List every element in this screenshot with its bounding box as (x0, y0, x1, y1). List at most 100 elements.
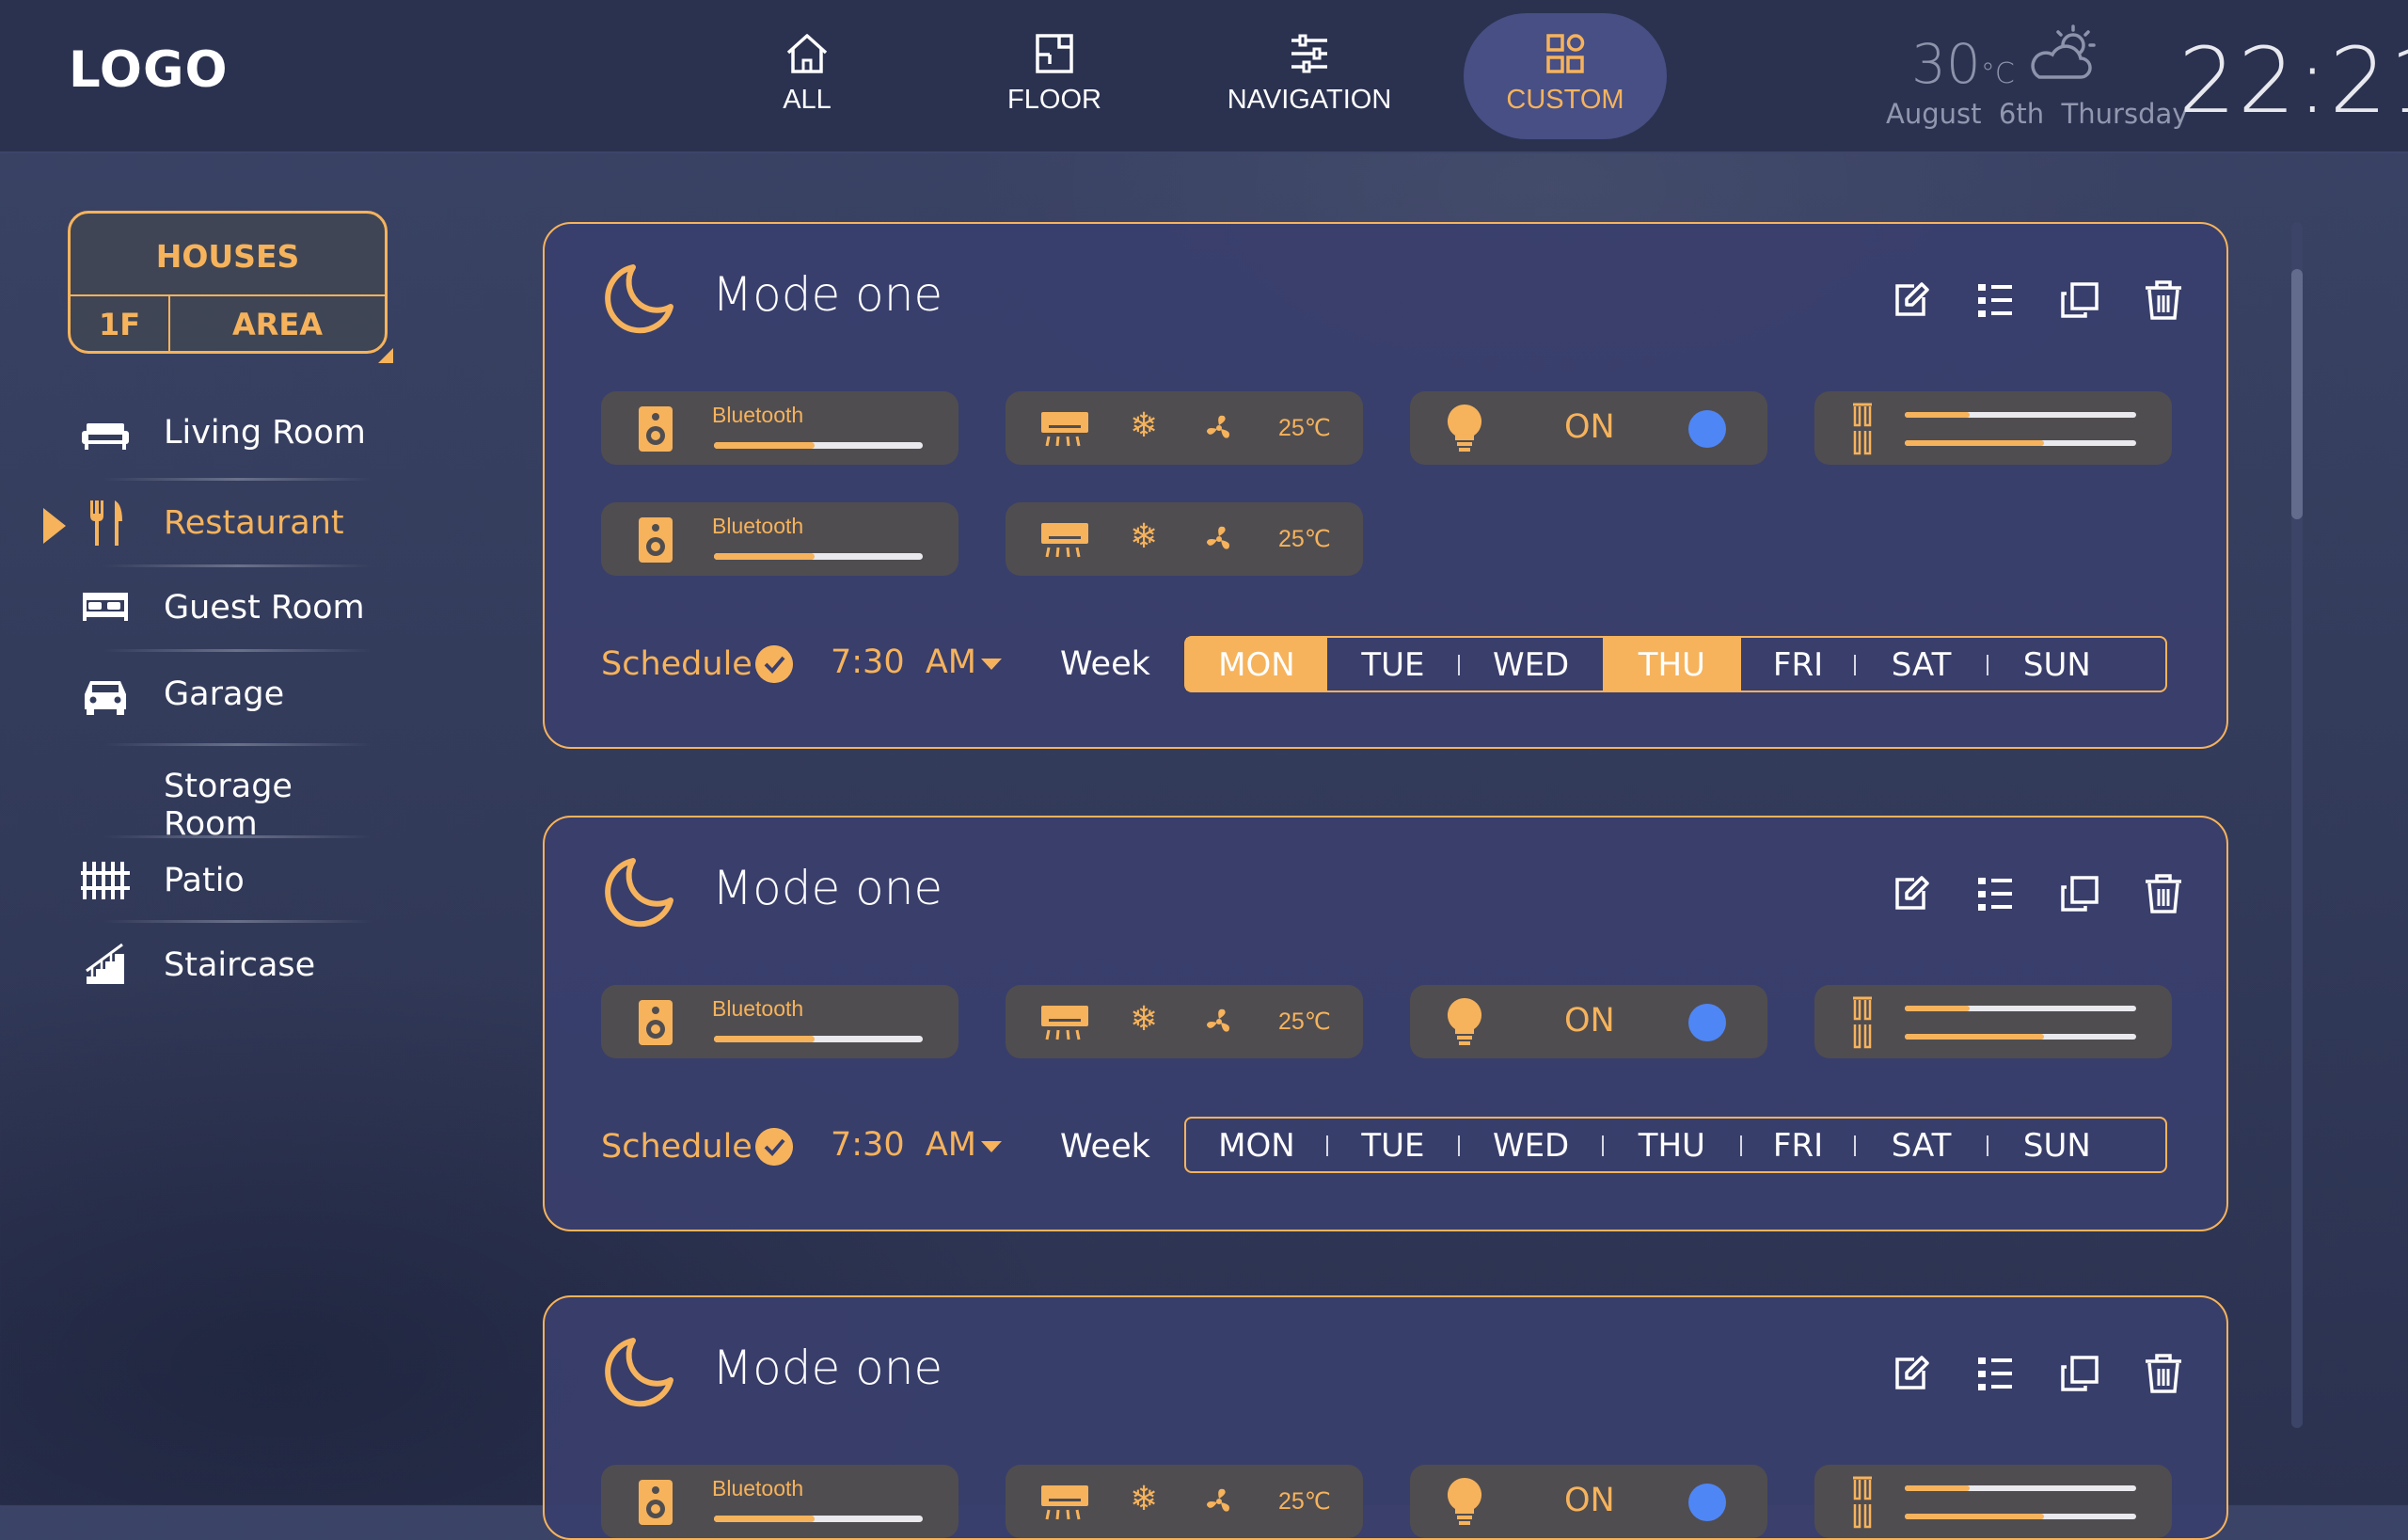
curtain-icon (1853, 1476, 1872, 1529)
sidebar-item-garage[interactable]: Garage (38, 651, 395, 738)
day-fri[interactable]: FRI (1741, 1119, 1856, 1171)
day-mon[interactable]: MON (1186, 638, 1327, 691)
fence-icon (81, 862, 130, 899)
air-conditioner-icon (1041, 1485, 1088, 1520)
day-tue[interactable]: TUE (1327, 1119, 1459, 1171)
edit-icon[interactable] (1886, 277, 1933, 324)
curtain-slider[interactable] (1905, 1006, 2136, 1011)
floor-label[interactable]: 1F (71, 296, 170, 351)
day-fri[interactable]: FRI (1741, 638, 1856, 691)
volume-slider-fill (714, 1036, 815, 1042)
day-sun[interactable]: SUN (1988, 638, 2127, 691)
day-thu[interactable]: THU (1603, 1119, 1741, 1171)
volume-slider[interactable] (714, 553, 923, 560)
air-conditioner-tile[interactable]: ❄ 25℃ (1006, 1465, 1363, 1538)
edit-icon[interactable] (1886, 1350, 1933, 1397)
day-sat[interactable]: SAT (1855, 1119, 1987, 1171)
bluetooth-speaker-tile[interactable]: Bluetooth (601, 391, 958, 465)
speaker-icon (639, 1000, 673, 1045)
bluetooth-speaker-tile[interactable]: Bluetooth (601, 985, 958, 1058)
schedule-check-icon[interactable] (755, 1128, 793, 1166)
air-conditioner-tile[interactable]: ❄ 25℃ (1006, 502, 1363, 576)
sidebar-item-storage-room[interactable]: Storage Room (38, 743, 395, 843)
day-thu[interactable]: THU (1603, 638, 1741, 691)
scrollbar-thumb[interactable] (2291, 269, 2303, 519)
nav-tab-navigation[interactable]: NAVIGATION (1208, 13, 1411, 139)
curtain-tile[interactable] (1814, 985, 2172, 1058)
light-toggle[interactable] (1688, 1484, 1726, 1521)
schedule-check-icon[interactable] (755, 645, 793, 683)
day-mon[interactable]: MON (1186, 1119, 1327, 1171)
bluetooth-speaker-tile[interactable]: Bluetooth (601, 1465, 958, 1538)
curtain-tile[interactable] (1814, 391, 2172, 465)
delete-icon[interactable] (2140, 277, 2187, 324)
light-tile[interactable]: ON (1410, 985, 1767, 1058)
curtain-slider-fill (1905, 1514, 2044, 1519)
volume-slider[interactable] (714, 442, 923, 449)
day-sat[interactable]: SAT (1855, 638, 1987, 691)
delete-icon[interactable] (2140, 870, 2187, 917)
selector-corner-mark (378, 348, 393, 363)
light-toggle[interactable] (1688, 1004, 1726, 1041)
light-state: ON (1564, 1482, 1615, 1519)
mode-card: Mode one Bluetooth ❄ 25℃ ON (543, 1295, 2228, 1540)
edit-icon[interactable] (1886, 870, 1933, 917)
nav-tab-floor[interactable]: FLOOR (953, 13, 1156, 139)
air-conditioner-tile[interactable]: ❄ 25℃ (1006, 985, 1363, 1058)
floor-plan-icon (1036, 34, 1073, 73)
curtain-slider-fill (1905, 1034, 2044, 1040)
nav-tab-custom[interactable]: CUSTOM (1464, 13, 1667, 139)
bluetooth-label: Bluetooth (712, 996, 804, 1021)
sidebar-item-guest-room[interactable]: Guest Room (38, 564, 395, 651)
time-dropdown-icon[interactable] (981, 1141, 1002, 1152)
curtain-tile[interactable] (1814, 1465, 2172, 1538)
moon-icon (605, 1338, 673, 1407)
snowflake-icon: ❄ (1130, 1480, 1159, 1518)
list-icon[interactable] (1971, 870, 2018, 917)
list-icon[interactable] (1971, 277, 2018, 324)
light-toggle[interactable] (1688, 410, 1726, 448)
delete-icon[interactable] (2140, 1350, 2187, 1397)
house-selector[interactable]: HOUSES 1F AREA (68, 211, 388, 354)
sidebar-item-staircase[interactable]: Staircase (38, 922, 395, 1008)
schedule-time[interactable]: 7:30 AM (831, 1126, 976, 1164)
copy-icon[interactable] (2055, 277, 2102, 324)
sidebar-item-restaurant[interactable]: Restaurant (38, 480, 395, 566)
houses-label[interactable]: HOUSES (71, 214, 385, 296)
day-tue[interactable]: TUE (1327, 638, 1459, 691)
day-separator (1602, 1135, 1605, 1156)
curtain-icon (1853, 996, 1872, 1049)
mode-title: Mode one (712, 1341, 943, 1395)
copy-icon[interactable] (2055, 870, 2102, 917)
schedule-time[interactable]: 7:30 AM (831, 643, 976, 681)
week-label: Week (1060, 645, 1150, 683)
snowflake-icon: ❄ (1130, 1000, 1159, 1039)
volume-slider[interactable] (714, 1516, 923, 1522)
curtain-slider[interactable] (1905, 440, 2136, 446)
day-wed[interactable]: WED (1459, 1119, 1603, 1171)
sidebar-item-living-room[interactable]: Living Room (38, 389, 395, 476)
day-wed[interactable]: WED (1459, 638, 1603, 691)
sidebar-item-patio[interactable]: Patio (38, 837, 395, 924)
air-conditioner-tile[interactable]: ❄ 25℃ (1006, 391, 1363, 465)
light-tile[interactable]: ON (1410, 1465, 1767, 1538)
light-state: ON (1564, 408, 1615, 446)
time-dropdown-icon[interactable] (981, 659, 1002, 670)
home-icon (786, 34, 828, 73)
bed-icon (83, 593, 128, 621)
day-sun[interactable]: SUN (1988, 1119, 2127, 1171)
curtain-slider-fill (1905, 412, 1970, 418)
copy-icon[interactable] (2055, 1350, 2102, 1397)
curtain-slider[interactable] (1905, 1485, 2136, 1491)
grid-icon (1546, 34, 1585, 73)
curtain-slider[interactable] (1905, 412, 2136, 418)
light-tile[interactable]: ON (1410, 391, 1767, 465)
curtain-slider[interactable] (1905, 1034, 2136, 1040)
bluetooth-label: Bluetooth (712, 1476, 804, 1500)
nav-tab-all[interactable]: ALL (705, 13, 909, 139)
curtain-slider[interactable] (1905, 1514, 2136, 1519)
area-label[interactable]: AREA (170, 296, 385, 351)
list-icon[interactable] (1971, 1350, 2018, 1397)
volume-slider[interactable] (714, 1036, 923, 1042)
bluetooth-speaker-tile[interactable]: Bluetooth (601, 502, 958, 576)
